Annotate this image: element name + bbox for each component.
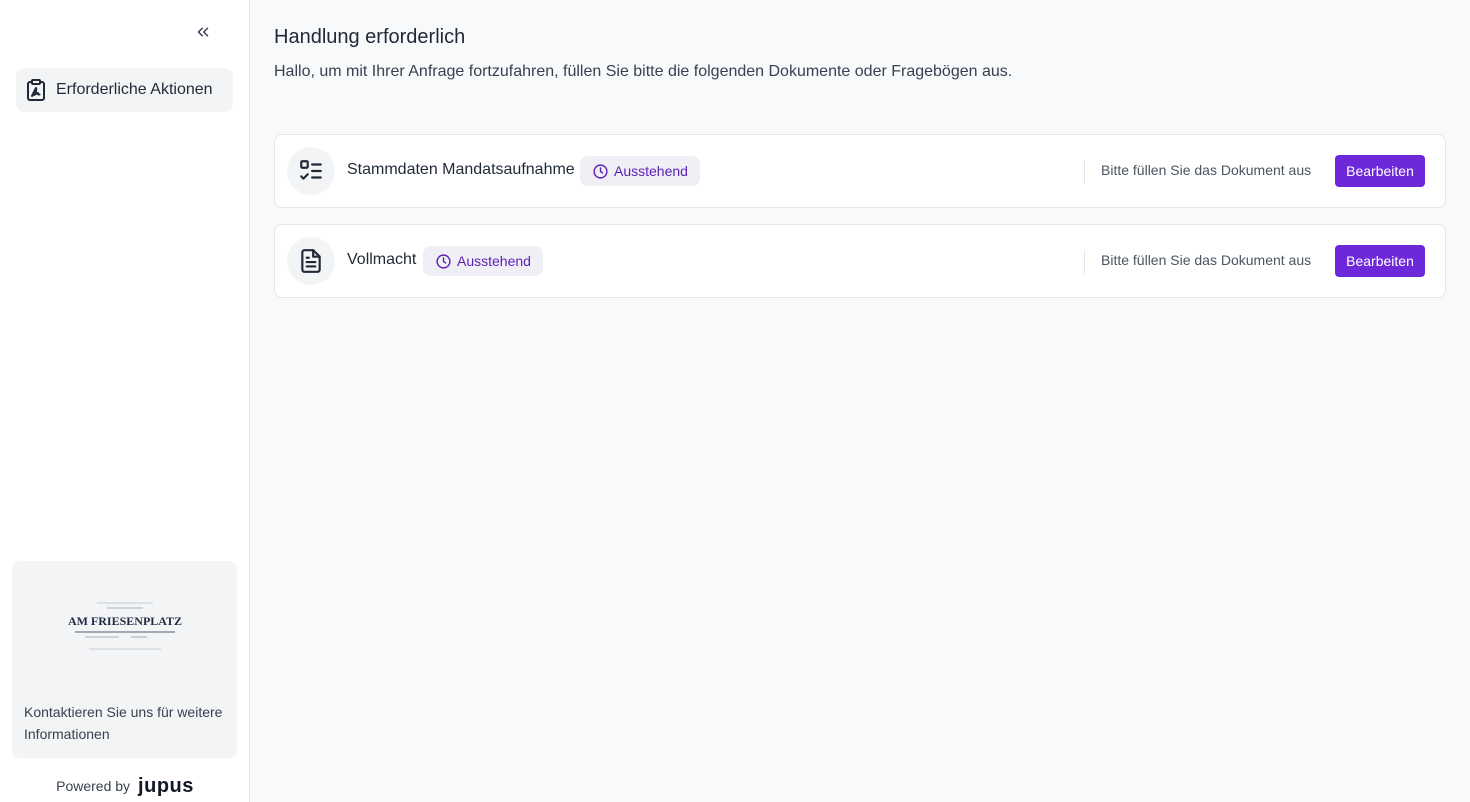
status-label: Ausstehend xyxy=(614,163,688,179)
chevrons-left-icon xyxy=(197,27,209,37)
action-card: Vollmacht Ausstehend Bitte füllen Sie da… xyxy=(274,224,1446,298)
sidebar-item-erforderliche-aktionen[interactable]: Erforderliche Aktionen xyxy=(16,68,233,112)
contact-text: Kontaktieren Sie uns für weitere Informa… xyxy=(24,704,223,742)
checklist-icon xyxy=(287,147,335,195)
sidebar-item-label: Erforderliche Aktionen xyxy=(56,81,213,98)
edit-button[interactable]: Bearbeiten xyxy=(1335,245,1425,277)
sidebar: Erforderliche Aktionen AM FRIESENPLATZ K… xyxy=(0,0,250,802)
page-title: Handlung erforderlich xyxy=(274,26,466,48)
edit-button[interactable]: Bearbeiten xyxy=(1335,155,1425,187)
collapse-sidebar-button[interactable] xyxy=(191,20,215,44)
page-subtitle: Hallo, um mit Ihrer Anfrage fortzufahren… xyxy=(274,63,1013,80)
powered-by-label: Powered by xyxy=(56,778,131,794)
powered-by: Powered by jupus xyxy=(0,773,250,799)
clipboard-signature-icon xyxy=(24,78,48,102)
contact-card: AM FRIESENPLATZ Kontaktieren Sie uns für… xyxy=(12,561,237,758)
hint-text: Bitte füllen Sie das Dokument aus xyxy=(1101,252,1312,268)
divider xyxy=(1084,160,1085,184)
clock-icon xyxy=(435,252,453,270)
firm-logo: AM FRIESENPLATZ xyxy=(12,597,237,657)
document-icon xyxy=(287,237,335,285)
jupus-logo[interactable]: jupus xyxy=(138,775,194,798)
clock-icon xyxy=(592,162,610,180)
svg-text:AM FRIESENPLATZ: AM FRIESENPLATZ xyxy=(67,614,181,628)
divider xyxy=(1084,250,1085,274)
status-badge: Ausstehend xyxy=(423,246,543,276)
hint-text: Bitte füllen Sie das Dokument aus xyxy=(1101,162,1312,178)
document-title: Vollmacht xyxy=(347,251,417,268)
main-content: Handlung erforderlich Hallo, um mit Ihre… xyxy=(250,0,1470,802)
status-label: Ausstehend xyxy=(457,253,531,269)
status-badge: Ausstehend xyxy=(580,156,700,186)
action-card: Stammdaten Mandatsaufnahme Ausstehend Bi… xyxy=(274,134,1446,208)
document-title: Stammdaten Mandatsaufnahme xyxy=(347,161,575,178)
